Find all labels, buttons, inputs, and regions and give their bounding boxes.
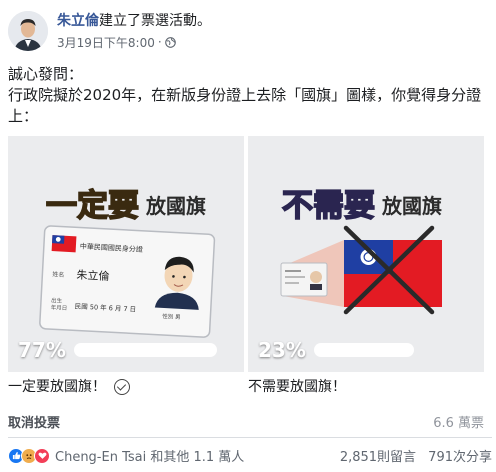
poll-footer: 取消投票 6.6 萬票 [8, 412, 484, 431]
question-line: 誠心發問： [8, 65, 84, 83]
question-line: 行政院擬於2020年，在新版身份證上去除「國旗」圖樣，你覺得身分證 [8, 86, 482, 104]
poll-options: 一定要 放國旗 中華民國國民身分證 姓名 朱立倫 出生 年月日 民國 50 年 … [8, 136, 492, 372]
post-meta: 3月19日下午8:00 · [57, 34, 211, 51]
divider [8, 437, 492, 438]
option-illustration: 不需要 放國旗 [248, 136, 484, 372]
question-line: 上： [8, 107, 39, 125]
post-header: 朱立倫建立了票選活動。 3月19日下午8:00 · [8, 9, 211, 53]
option-label-remove-flag[interactable]: 不需要放國旗！ [248, 378, 346, 396]
poll-option-card-keep-flag[interactable]: 一定要 放國旗 中華民國國民身分證 姓名 朱立倫 出生 年月日 民國 50 年 … [8, 136, 244, 372]
id-name-label: 姓名 [52, 270, 64, 279]
banner-small-text: 放國旗 [145, 194, 206, 218]
reactions-bar: Cheng-En Tsai 和其他 1.1 萬人 2,851則留言 791次分享 [8, 446, 492, 465]
meta-separator: · [157, 35, 162, 49]
result-percent: 23% [258, 338, 306, 362]
result-row: 77% [18, 338, 217, 362]
id-card: 中華民國國民身分證 姓名 朱立倫 出生 年月日 民國 50 年 6 月 7 日 … [39, 225, 216, 338]
cancel-vote-button[interactable]: 取消投票 [8, 412, 60, 431]
id-name-value: 朱立倫 [76, 267, 110, 283]
author-name[interactable]: 朱立倫 [57, 13, 99, 29]
option-label-keep-flag[interactable]: 一定要放國旗！ [8, 378, 130, 396]
option-label-text: 不需要放國旗！ [248, 379, 346, 395]
option-label-text: 一定要放國旗！ [8, 379, 106, 395]
banner-big-text: 一定要 [46, 188, 139, 224]
poll-option-card-remove-flag[interactable]: 不需要 放國旗 23% [248, 136, 484, 372]
checkmark-icon [114, 379, 130, 395]
result-bar [313, 343, 414, 357]
small-id-card [280, 262, 328, 297]
vote-count: 6.6 萬票 [433, 416, 484, 431]
comment-count[interactable]: 2,851則留言 [340, 450, 416, 465]
banner-small-text: 放國旗 [381, 194, 442, 218]
result-row: 23% [258, 338, 414, 362]
reaction-summary[interactable]: Cheng-En Tsai 和其他 1.1 萬人 [8, 446, 244, 465]
result-bar [73, 343, 217, 357]
banner-big-text: 不需要 [282, 188, 375, 224]
share-count[interactable]: 791次分享 [428, 450, 492, 465]
heart-icon [34, 447, 50, 464]
reaction-names[interactable]: Cheng-En Tsai 和其他 1.1 萬人 [55, 446, 244, 465]
option-illustration: 一定要 放國旗 中華民國國民身分證 姓名 朱立倫 出生 年月日 民國 50 年 … [8, 136, 244, 372]
post-title: 朱立倫建立了票選活動。 [57, 12, 211, 30]
globe-icon [164, 36, 176, 48]
engagement-counts: 2,851則留言 791次分享 [340, 446, 492, 465]
post-action: 建立了票選活動。 [99, 12, 211, 29]
poll-question: 誠心發問： 行政院擬於2020年，在新版身份證上去除「國旗」圖樣，你覺得身分證 … [8, 64, 492, 127]
author-avatar[interactable] [8, 11, 48, 51]
result-percent: 77% [18, 338, 66, 362]
post-timestamp[interactable]: 3月19日下午8:00 [57, 34, 155, 51]
